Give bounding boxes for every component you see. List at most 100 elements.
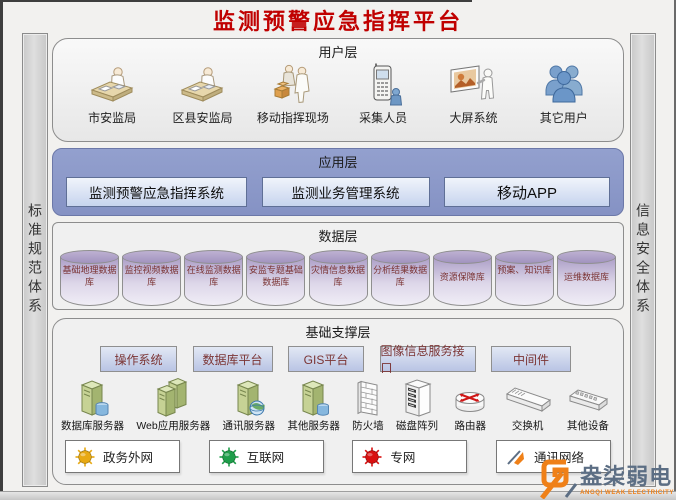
router-icon	[450, 378, 490, 418]
other-device-icon	[565, 382, 611, 418]
cylinder-top	[309, 250, 368, 264]
user-item-label: 大屏系统	[449, 109, 497, 126]
device-label: 数据库服务器	[61, 418, 124, 433]
network-label: 互联网	[247, 447, 285, 466]
database-label: 安监专题基础数据库	[247, 265, 304, 288]
platform-box-middleware: 中间件	[491, 346, 571, 372]
system-box-business: 监测业务管理系统	[262, 177, 430, 207]
user-item-city-bureau: 市安监局	[67, 63, 157, 126]
network-box-internet: 互联网	[209, 440, 324, 473]
users-icon	[541, 63, 587, 107]
database-label: 预案、知识库	[496, 265, 553, 277]
device-row: 数据库服务器 Web应	[61, 375, 611, 433]
database-cylinder: 在线监测数据库	[184, 250, 243, 306]
user-item-mobile-command: 移动指挥现场	[248, 63, 338, 126]
field-team-icon	[269, 63, 317, 107]
application-layer-label: 应用层	[53, 149, 623, 171]
database-cylinder: 运维数据库	[557, 250, 616, 306]
user-item-district-bureau: 区县安监局	[157, 63, 247, 126]
frame-edge-left	[0, 0, 3, 500]
database-label: 灾情信息数据库	[310, 265, 367, 288]
platform-row: 操作系统 数据库平台 GIS平台 图像信息服务接口 中间件	[100, 346, 571, 372]
application-systems-row: 监测预警应急指挥系统 监测业务管理系统 移动APP	[53, 171, 623, 207]
device-disk-array: 磁盘阵列	[396, 376, 438, 433]
user-item-label: 采集人员	[359, 109, 407, 126]
web-server-icon	[153, 376, 193, 418]
other-server-icon	[296, 376, 332, 418]
db-server-icon	[75, 376, 111, 418]
cylinder-top	[371, 250, 430, 264]
platform-box-os: 操作系统	[100, 346, 177, 372]
antenna-icon	[506, 447, 526, 467]
device-label: 其他服务器	[287, 418, 340, 433]
database-cylinder: 基础地理数据库	[60, 250, 119, 306]
network-row: 政务外网 互联网	[65, 440, 611, 473]
cylinder-top	[557, 250, 616, 264]
device-comm-server: 通讯服务器	[223, 376, 276, 433]
device-web-server: Web应用服务器	[136, 376, 210, 433]
database-cylinder: 分析结果数据库	[371, 250, 430, 306]
user-item-big-screen: 大屏系统	[428, 63, 518, 126]
database-label: 分析结果数据库	[372, 265, 429, 288]
system-box-mobile-app: 移动APP	[444, 177, 610, 207]
device-other-equipment: 其他设备	[565, 382, 611, 433]
right-pillar-label: 信息安全体系	[633, 203, 653, 317]
big-screen-icon	[447, 63, 499, 107]
watermark-logo-icon	[536, 453, 578, 499]
device-other-server: 其他服务器	[287, 376, 340, 433]
device-label: 交换机	[512, 418, 544, 433]
cylinder-top	[246, 250, 305, 264]
switch-icon	[503, 380, 553, 418]
user-item-label: 移动指挥现场	[257, 109, 329, 126]
network-box-gov-extranet: 政务外网	[65, 440, 180, 473]
platform-box-gis: GIS平台	[288, 346, 364, 372]
left-pillar-label: 标准规范体系	[25, 203, 45, 317]
database-label: 运维数据库	[558, 272, 615, 284]
application-layer: 应用层 监测预警应急指挥系统 监测业务管理系统 移动APP	[52, 148, 624, 216]
page-title: 监测预警应急指挥平台	[0, 4, 676, 36]
right-pillar-security: 信息安全体系	[630, 33, 656, 487]
database-cylinder: 灾情信息数据库	[309, 250, 368, 306]
database-cylinder: 安监专题基础数据库	[246, 250, 305, 306]
cylinder-top	[433, 250, 492, 264]
database-label: 资源保障库	[434, 272, 491, 284]
database-cylinder: 资源保障库	[433, 250, 492, 306]
device-router: 路由器	[450, 378, 490, 433]
infrastructure-layer-label: 基础支撑层	[53, 319, 623, 341]
desk-officer-icon	[89, 63, 135, 107]
database-label: 监控视频数据库	[123, 265, 180, 288]
user-item-other-users: 其它用户	[519, 63, 609, 126]
device-switch: 交换机	[503, 380, 553, 433]
network-box-private-net: 专网	[352, 440, 467, 473]
globe-yellow-icon	[75, 447, 95, 467]
device-label: 磁盘阵列	[396, 418, 438, 433]
database-row: 基础地理数据库 监控视频数据库 在线监测数据库 安监专题基础数据库 灾情信息数据	[53, 245, 623, 306]
cylinder-top	[122, 250, 181, 264]
database-label: 在线监测数据库	[185, 265, 242, 288]
cylinder-top	[60, 250, 119, 264]
platform-box-image-service: 图像信息服务接口	[380, 346, 476, 372]
system-box-command: 监测预警应急指挥系统	[66, 177, 247, 207]
device-label: 其他设备	[567, 418, 609, 433]
platform-box-database: 数据库平台	[193, 346, 273, 372]
user-item-label: 区县安监局	[172, 109, 232, 126]
user-layer-label: 用户层	[53, 39, 623, 61]
user-item-label: 其它用户	[540, 109, 588, 126]
left-pillar-standards: 标准规范体系	[22, 33, 48, 487]
cylinder-top	[184, 250, 243, 264]
data-layer: 数据层 基础地理数据库 监控视频数据库 在线监测数据库 安监专题基础数据库	[52, 222, 624, 310]
comm-server-icon	[230, 376, 268, 418]
desk-officer-icon	[179, 63, 225, 107]
device-db-server: 数据库服务器	[61, 376, 124, 433]
user-items-row: 市安监局 区县安监局	[53, 61, 623, 126]
disk-array-icon	[399, 376, 435, 418]
globe-green-icon	[219, 447, 239, 467]
watermark-text: 盎柒弱电 ANGQI WEAK ELECTRICITY	[580, 466, 674, 499]
device-firewall: 防火墙	[352, 376, 384, 433]
database-cylinder: 预案、知识库	[495, 250, 554, 306]
user-item-label: 市安监局	[88, 109, 136, 126]
cylinder-top	[495, 250, 554, 264]
device-label: Web应用服务器	[136, 418, 210, 433]
watermark: 盎柒弱电 ANGQI WEAK ELECTRICITY	[536, 453, 674, 499]
device-label: 防火墙	[352, 418, 384, 433]
